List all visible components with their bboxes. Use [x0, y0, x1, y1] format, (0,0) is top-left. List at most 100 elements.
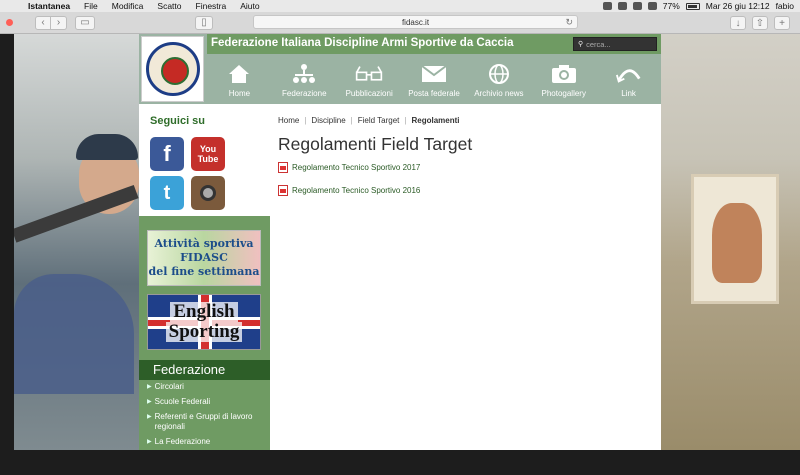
main-content: Home | Discipline | Field Target | Regol… [278, 104, 661, 450]
menu-aiuto[interactable]: Aiuto [240, 1, 259, 11]
camera-icon [550, 63, 578, 85]
document-link-2017[interactable]: Regolamento Tecnico Sportivo 2017 [278, 162, 420, 173]
nav-label: Home [228, 89, 251, 98]
sidebar-link-circolari[interactable]: ▶ Circolari [147, 382, 267, 392]
clock[interactable]: Mar 26 giu 12:12 [706, 1, 770, 11]
instagram-icon[interactable] [191, 176, 225, 210]
org-chart-icon [290, 63, 318, 85]
youtube-text-top: You [199, 144, 217, 154]
breadcrumb-separator: | [404, 116, 407, 125]
reload-icon[interactable]: ↻ [565, 17, 573, 28]
back-button[interactable]: ‹ [35, 15, 51, 30]
breadcrumb-field-target[interactable]: Field Target [358, 116, 400, 125]
sidebar-link-scuole-federali[interactable]: ▶ Scuole Federali [147, 397, 267, 407]
tabs-overview-button[interactable]: ▭ [75, 15, 95, 30]
address-url: fidasc.it [401, 17, 430, 27]
home-icon [225, 63, 253, 85]
battery-icon[interactable] [685, 2, 700, 10]
breadcrumb-separator: | [304, 116, 307, 125]
user-name[interactable]: fabio [776, 1, 794, 11]
nav-federazione[interactable]: Federazione [272, 54, 337, 104]
nav-link[interactable]: Link [596, 54, 661, 104]
banner1-line2: del fine settimana [148, 265, 260, 278]
banner1-line1: Attività sportiva FIDASC [154, 237, 254, 264]
wifi-icon[interactable] [632, 2, 642, 10]
nav-posta-federale[interactable]: Posta federale [402, 54, 467, 104]
link-arc-icon [615, 63, 643, 85]
sidebar-link-la-federazione[interactable]: ▶ La Federazione [147, 437, 267, 447]
menu-file[interactable]: File [84, 1, 98, 11]
federazione-section-title: Federazione [139, 360, 270, 380]
nav-photogallery[interactable]: Photogallery [531, 54, 596, 104]
link-label: Circolari [154, 382, 184, 391]
menu-scatto[interactable]: Scatto [157, 1, 181, 11]
pdf-icon [278, 185, 288, 196]
breadcrumb-home[interactable]: Home [278, 116, 299, 125]
federazione-links: ▶ Circolari ▶ Scuole Federali ▶ Referenti e… [147, 382, 267, 450]
banner2-line1: English [170, 302, 238, 322]
bullet-icon: ▶ [147, 414, 152, 420]
window-bottom-edge [0, 450, 800, 475]
menu-app-name[interactable]: Istantanea [28, 1, 70, 11]
youtube-icon[interactable]: You Tube [191, 137, 225, 171]
page-title: Regolamenti Field Target [278, 134, 473, 154]
document-link-2016[interactable]: Regolamento Tecnico Sportivo 2016 [278, 185, 420, 196]
document-label: Regolamento Tecnico Sportivo 2017 [292, 163, 421, 172]
bullet-icon: ▶ [147, 384, 152, 390]
twitter-icon[interactable]: t [150, 176, 184, 210]
nav-pubblicazioni[interactable]: Pubblicazioni [337, 54, 402, 104]
background-photo-shooter [14, 34, 139, 450]
shooter-arm [14, 274, 134, 394]
social-box: Seguici su f You Tube t [139, 104, 270, 216]
share-button[interactable]: ⇧ [752, 16, 768, 30]
menu-finestra[interactable]: Finestra [196, 1, 227, 11]
apple-icon[interactable] [6, 1, 16, 11]
web-page: Federazione Italiana Discipline Armi Spo… [14, 34, 800, 450]
site-title: Federazione Italiana Discipline Armi Spo… [211, 37, 514, 49]
dropbox-icon[interactable] [602, 2, 612, 10]
bluetooth-icon[interactable] [617, 2, 627, 10]
envelope-icon [420, 63, 448, 85]
main-nav: Home Federazione Pubblicazioni Posta fed… [207, 54, 661, 104]
site-titlebar: Federazione Italiana Discipline Armi Spo… [207, 34, 661, 54]
menu-modifica[interactable]: Modifica [112, 1, 144, 11]
breadcrumb-separator: | [350, 116, 353, 125]
nav-label: Photogallery [541, 89, 586, 98]
fidasc-logo[interactable] [141, 36, 204, 102]
search-icon: ⚲ [578, 41, 584, 48]
sidebar-link-referenti[interactable]: ▶ Referenti e Gruppi di lavoro regionali [147, 412, 267, 432]
search-input[interactable]: ⚲ cerca... [573, 37, 657, 51]
pdf-icon [278, 162, 288, 173]
link-label: La Federazione [154, 437, 211, 446]
nav-label: Link [621, 89, 636, 98]
globe-icon [485, 63, 513, 85]
breadcrumb-discipline[interactable]: Discipline [311, 116, 345, 125]
document-label: Regolamento Tecnico Sportivo 2016 [292, 186, 421, 195]
address-bar[interactable]: fidasc.it ↻ [253, 15, 578, 29]
instagram-lens [200, 185, 216, 201]
facebook-icon[interactable]: f [150, 137, 184, 171]
logo-seal [145, 42, 200, 96]
nav-label: Archivio news [474, 89, 524, 98]
shooter-cap [76, 134, 138, 160]
banner-english-sporting[interactable]: English Sporting [147, 294, 261, 350]
bullet-icon: ▶ [147, 439, 152, 445]
volume-icon[interactable] [647, 2, 657, 10]
follow-title: Seguici su [150, 115, 206, 127]
close-window-button[interactable] [6, 19, 13, 26]
sidebar-toggle-button[interactable]: ▯ [195, 15, 213, 30]
nav-home[interactable]: Home [207, 54, 272, 104]
browser-toolbar: ‹ › ▭ ▯ fidasc.it ↻ ↓ ⇧ + [0, 12, 800, 34]
shotgun [14, 184, 139, 243]
menubar-status-area: 77% Mar 26 giu 12:12 fabio [602, 1, 794, 11]
link-label: Referenti e Gruppi di lavoro regionali [154, 412, 253, 431]
fox-figure [712, 203, 762, 283]
breadcrumb-current: Regolamenti [411, 116, 460, 125]
downloads-button[interactable]: ↓ [730, 16, 746, 30]
banner-attivita-sportiva[interactable]: Attività sportiva FIDASC del fine settim… [147, 230, 261, 286]
nav-archivio-news[interactable]: Archivio news [466, 54, 531, 104]
youtube-text-bottom: Tube [197, 154, 219, 164]
new-tab-button[interactable]: + [774, 16, 790, 30]
macos-menubar: Istantanea File Modifica Scatto Finestra… [0, 0, 800, 12]
forward-button[interactable]: › [51, 15, 67, 30]
